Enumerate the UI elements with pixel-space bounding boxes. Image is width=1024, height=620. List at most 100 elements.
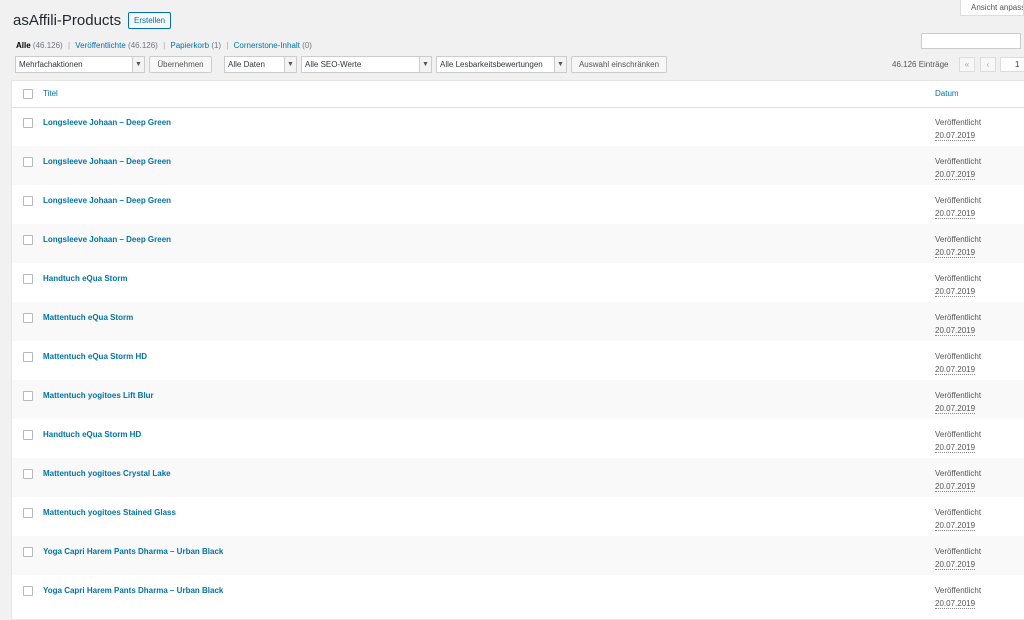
row-date: 20.07.2019 (935, 131, 976, 141)
view-separator: | (67, 41, 71, 50)
row-date: 20.07.2019 (935, 560, 976, 570)
view-count: (1) (211, 41, 222, 50)
view-all-link[interactable]: Alle (16, 41, 31, 50)
row-checkbox[interactable] (23, 391, 33, 401)
row-title-link[interactable]: Handtuch eQua Storm (43, 274, 127, 283)
table-row: Longsleeve Johaan – Deep Green Veröffent… (12, 185, 1024, 224)
row-date: 20.07.2019 (935, 521, 976, 531)
table-row: Longsleeve Johaan – Deep Green Veröffent… (12, 146, 1024, 185)
row-checkbox[interactable] (23, 352, 33, 362)
column-date-header[interactable]: Datum (935, 89, 959, 98)
items-count: 46.126 Einträge (892, 60, 949, 69)
row-date: 20.07.2019 (935, 482, 976, 492)
view-published-link[interactable]: Veröffentlichte (75, 41, 126, 50)
table-row: Mattentuch yogitoes Crystal Lake Veröffe… (12, 458, 1024, 497)
row-title-link[interactable]: Yoga Capri Harem Pants Dharma – Urban Bl… (43, 586, 223, 595)
row-checkbox[interactable] (23, 157, 33, 167)
row-status: Veröffentlicht (935, 430, 982, 439)
prev-page-button[interactable]: ‹ (980, 57, 996, 72)
chevron-down-icon: ▼ (284, 57, 296, 72)
row-date: 20.07.2019 (935, 209, 976, 219)
posts-table: Titel Datum Longsleeve Johaan – Deep Gre… (11, 80, 1024, 620)
row-checkbox[interactable] (23, 586, 33, 596)
bulk-actions-select[interactable]: Mehrfachaktionen ▼ (15, 56, 145, 73)
row-title-link[interactable]: Mattentuch eQua Storm (43, 313, 133, 322)
row-title-link[interactable]: Mattentuch eQua Storm HD (43, 352, 147, 361)
row-status: Veröffentlicht (935, 391, 982, 400)
table-header: Titel Datum (12, 81, 1024, 108)
row-title-link[interactable]: Mattentuch yogitoes Stained Glass (43, 508, 176, 517)
view-count: (46.126) (128, 41, 158, 50)
table-row: Mattentuch eQua Storm HD Veröffentlicht … (12, 341, 1024, 380)
row-date: 20.07.2019 (935, 599, 976, 609)
date-filter-value: Alle Daten (228, 60, 265, 69)
select-all-checkbox[interactable] (23, 89, 33, 99)
row-status: Veröffentlicht (935, 508, 982, 517)
row-checkbox[interactable] (23, 508, 33, 518)
seo-filter-select[interactable]: Alle SEO-Werte ▼ (301, 56, 432, 73)
row-checkbox[interactable] (23, 547, 33, 557)
table-row: Longsleeve Johaan – Deep Green Veröffent… (12, 107, 1024, 146)
table-row: Mattentuch yogitoes Stained Glass Veröff… (12, 497, 1024, 536)
chevron-down-icon: ▼ (554, 57, 566, 72)
view-separator: | (163, 41, 166, 50)
row-checkbox[interactable] (23, 118, 33, 128)
date-filter-select[interactable]: Alle Daten ▼ (224, 56, 297, 73)
row-date: 20.07.2019 (935, 443, 976, 453)
table-row: Yoga Capri Harem Pants Dharma – Urban Bl… (12, 536, 1024, 575)
bulk-actions-value: Mehrfachaktionen (19, 60, 83, 69)
row-checkbox[interactable] (23, 235, 33, 245)
row-checkbox[interactable] (23, 196, 33, 206)
row-title-link[interactable]: Longsleeve Johaan – Deep Green (43, 235, 171, 244)
table-row: Handtuch eQua Storm Veröffentlicht 20.07… (12, 263, 1024, 302)
table-row: Mattentuch eQua Storm Veröffentlicht 20.… (12, 302, 1024, 341)
row-status: Veröffentlicht (935, 274, 982, 283)
add-new-button[interactable]: Erstellen (128, 12, 172, 29)
row-status: Veröffentlicht (935, 313, 982, 322)
view-count: (0) (302, 41, 312, 50)
row-title-link[interactable]: Longsleeve Johaan – Deep Green (43, 118, 171, 127)
row-title-link[interactable]: Mattentuch yogitoes Crystal Lake (43, 469, 171, 478)
row-date: 20.07.2019 (935, 287, 976, 297)
row-status: Veröffentlicht (935, 157, 982, 166)
row-status: Veröffentlicht (935, 352, 982, 361)
row-status: Veröffentlicht (935, 547, 982, 556)
row-checkbox[interactable] (23, 430, 33, 440)
chevron-down-icon: ▼ (132, 57, 144, 72)
readability-filter-value: Alle Lesbarkeitsbewertungen (440, 60, 543, 69)
row-status: Veröffentlicht (935, 235, 982, 244)
view-cornerstone-link[interactable]: Cornerstone-Inhalt (234, 41, 300, 50)
row-status: Veröffentlicht (935, 196, 982, 205)
screen-options-button[interactable]: Ansicht anpassen (960, 0, 1024, 16)
readability-filter-select[interactable]: Alle Lesbarkeitsbewertungen ▼ (436, 56, 567, 73)
search-input[interactable] (921, 33, 1021, 49)
row-date: 20.07.2019 (935, 248, 976, 258)
filter-button[interactable]: Auswahl einschränken (571, 56, 667, 73)
row-title-link[interactable]: Longsleeve Johaan – Deep Green (43, 157, 171, 166)
chevron-down-icon: ▼ (419, 57, 431, 72)
current-page-input[interactable]: 1 (1000, 57, 1024, 72)
first-page-button[interactable]: « (959, 57, 975, 72)
apply-button[interactable]: Übernehmen (149, 56, 212, 73)
page-title: asAffili-Products (13, 12, 122, 29)
row-title-link[interactable]: Yoga Capri Harem Pants Dharma – Urban Bl… (43, 547, 223, 556)
table-row: Mattentuch yogitoes Lift Blur Veröffentl… (12, 380, 1024, 419)
row-status: Veröffentlicht (935, 469, 982, 478)
table-row: Yoga Capri Harem Pants Dharma – Urban Bl… (12, 575, 1024, 614)
row-checkbox[interactable] (23, 274, 33, 284)
row-status: Veröffentlicht (935, 586, 982, 595)
row-date: 20.07.2019 (935, 365, 976, 375)
row-title-link[interactable]: Longsleeve Johaan – Deep Green (43, 196, 171, 205)
column-title-header[interactable]: Titel (43, 89, 58, 98)
row-status: Veröffentlicht (935, 118, 982, 127)
seo-filter-value: Alle SEO-Werte (305, 60, 362, 69)
row-title-link[interactable]: Mattentuch yogitoes Lift Blur (43, 391, 154, 400)
view-filters: Alle (46.126) | Veröffentlichte (46.126)… (16, 41, 312, 50)
row-date: 20.07.2019 (935, 170, 976, 180)
view-trash-link[interactable]: Papierkorb (170, 41, 209, 50)
table-row: Longsleeve Johaan – Deep Green Veröffent… (12, 224, 1024, 263)
row-date: 20.07.2019 (935, 326, 976, 336)
row-checkbox[interactable] (23, 313, 33, 323)
row-title-link[interactable]: Handtuch eQua Storm HD (43, 430, 141, 439)
row-checkbox[interactable] (23, 469, 33, 479)
